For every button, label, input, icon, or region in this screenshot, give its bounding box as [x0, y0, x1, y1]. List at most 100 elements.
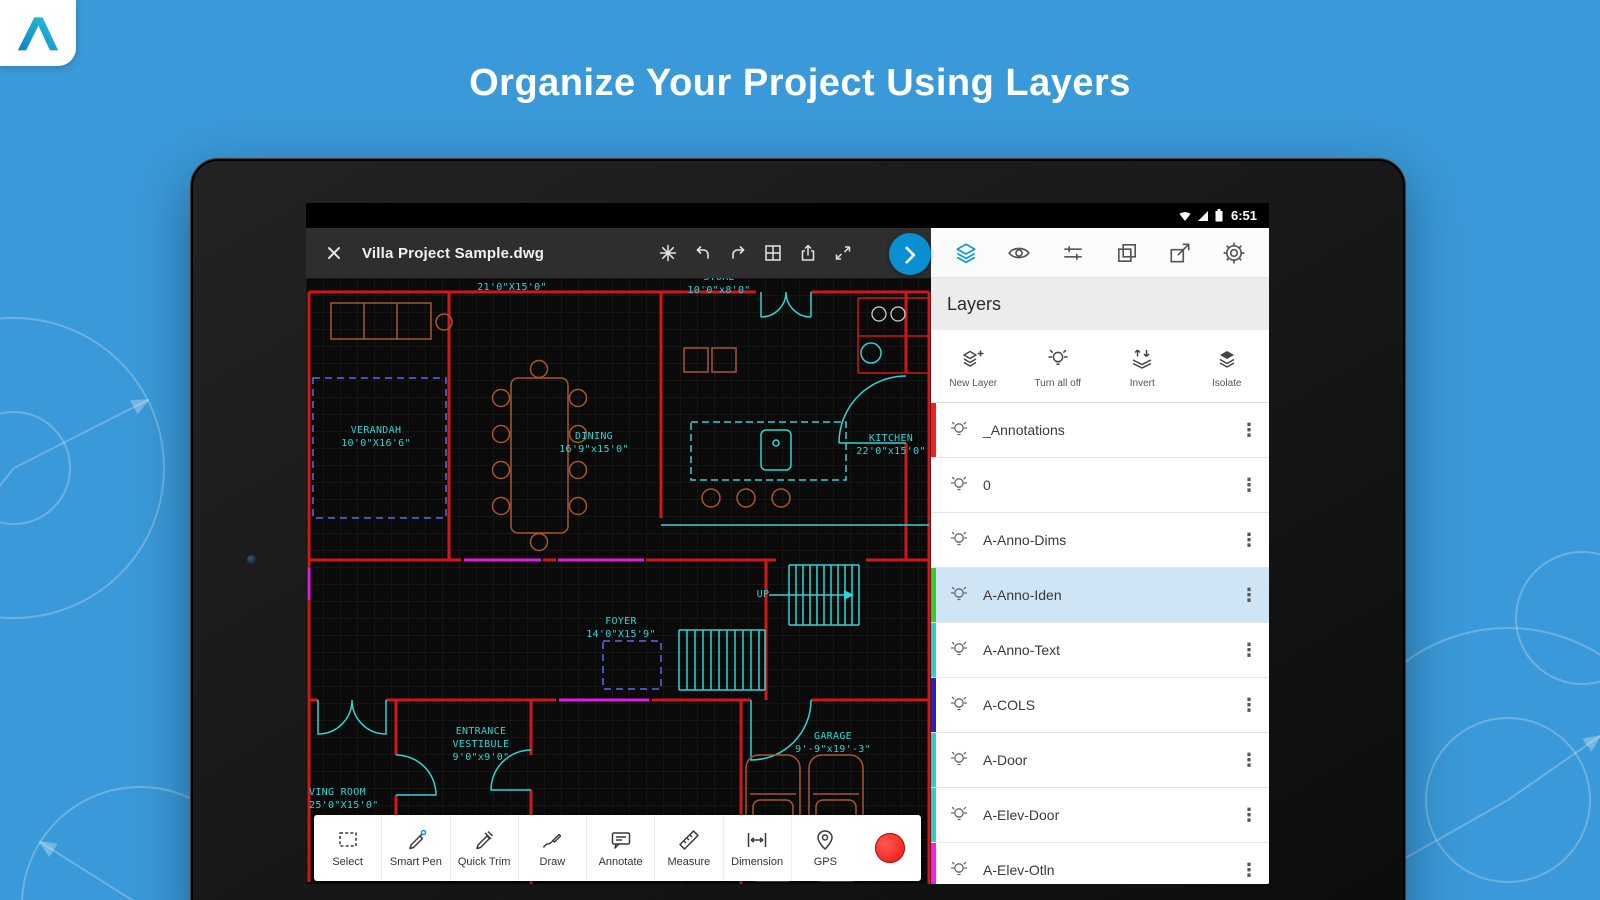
document-title: Villa Project Sample.dwg: [362, 245, 544, 262]
layer-visibility-bulb-icon[interactable]: [949, 750, 969, 770]
blocks-tab-icon[interactable]: [1115, 241, 1139, 265]
screen: 6:51 Villa Project Sample.dwg: [306, 203, 1269, 884]
autodesk-a-icon: [16, 13, 60, 53]
layer-visibility-bulb-icon[interactable]: [949, 860, 969, 880]
layer-visibility-bulb-icon[interactable]: [949, 585, 969, 605]
tool-label: Draw: [540, 856, 566, 868]
layer-overflow-menu-icon[interactable]: ⋮: [1239, 695, 1259, 716]
layer-overflow-menu-icon[interactable]: ⋮: [1239, 640, 1259, 661]
redo-icon[interactable]: [728, 243, 748, 263]
layer-overflow-menu-icon[interactable]: ⋮: [1239, 475, 1259, 496]
tool-gps[interactable]: GPS: [792, 815, 859, 881]
layer-visibility-bulb-icon[interactable]: [949, 420, 969, 440]
tool-label: Annotate: [599, 856, 643, 868]
layer-visibility-bulb-icon[interactable]: [949, 530, 969, 550]
layer-row-a-elev-otln[interactable]: A-Elev-Otln ⋮: [931, 843, 1269, 884]
tool-label: GPS: [814, 856, 837, 868]
layer-overflow-menu-icon[interactable]: ⋮: [1239, 750, 1259, 771]
autodesk-logo: [0, 0, 76, 66]
measure-icon: [677, 828, 701, 852]
layout-grid-icon[interactable]: [763, 243, 783, 263]
chevron-right-icon: [899, 243, 921, 265]
expand-panel-button[interactable]: [889, 233, 931, 275]
tool-select[interactable]: Select: [314, 815, 382, 881]
smart-pen-icon: [404, 828, 428, 852]
layer-row-a-door[interactable]: A-Door ⋮: [931, 733, 1269, 788]
layer-color-bar: [931, 843, 936, 884]
settings-gear-icon[interactable]: [1222, 241, 1246, 265]
app-bar-icons: [658, 228, 853, 278]
layer-name: A-COLS: [983, 697, 1035, 713]
status-time: 6:51: [1231, 208, 1257, 223]
turn-all-off-button[interactable]: Turn all off: [1016, 343, 1101, 389]
dimension-icon: [745, 828, 769, 852]
layer-row-a-anno-text[interactable]: A-Anno-Text ⋮: [931, 623, 1269, 678]
action-label: Turn all off: [1034, 378, 1081, 389]
layer-color-bar: [931, 623, 936, 677]
page-title: Organize Your Project Using Layers: [0, 62, 1600, 105]
invert-button[interactable]: Invert: [1100, 343, 1185, 389]
visibility-tab-icon[interactable]: [1007, 241, 1031, 265]
layer-visibility-bulb-icon[interactable]: [949, 805, 969, 825]
layer-row-0[interactable]: 0 ⋮: [931, 458, 1269, 513]
action-label: Invert: [1130, 378, 1155, 389]
record-button[interactable]: [875, 833, 905, 863]
app-bar: Villa Project Sample.dwg: [306, 228, 931, 278]
layer-row-a-anno-dims[interactable]: A-Anno-Dims ⋮: [931, 513, 1269, 568]
new-layer-icon: [960, 347, 986, 373]
isolate-button[interactable]: Isolate: [1185, 343, 1270, 389]
layers-panel-actions: New Layer Turn all off Invert Isolate: [931, 330, 1269, 403]
layer-name: _Annotations: [983, 422, 1065, 438]
panel-toolbar: [931, 228, 1269, 278]
new-layer-button[interactable]: New Layer: [931, 343, 1016, 389]
share-icon[interactable]: [798, 243, 818, 263]
select-icon: [336, 828, 360, 852]
layer-name: A-Anno-Text: [983, 642, 1060, 658]
cellular-signal-icon: [1197, 210, 1209, 222]
tool-quick-trim[interactable]: Quick Trim: [451, 815, 519, 881]
layer-name: A-Door: [983, 752, 1027, 768]
cad-canvas[interactable]: 21'0"X15'0" STORE 10'0"x8'0" VERANDAH 10…: [306, 278, 931, 884]
layer-color-bar: [931, 568, 936, 622]
tool-label: Dimension: [731, 856, 783, 868]
close-icon[interactable]: [324, 243, 344, 263]
object-snap-icon[interactable]: [658, 243, 678, 263]
bottom-toolbar: Select Smart Pen Quick Trim Draw Annotat…: [314, 815, 921, 881]
fullscreen-icon[interactable]: [833, 243, 853, 263]
layer-overflow-menu-icon[interactable]: ⋮: [1239, 860, 1259, 881]
tool-smart-pen[interactable]: Smart Pen: [382, 815, 450, 881]
undo-icon[interactable]: [693, 243, 713, 263]
layer-overflow-menu-icon[interactable]: ⋮: [1239, 420, 1259, 441]
tool-draw[interactable]: Draw: [519, 815, 587, 881]
tool-dimension[interactable]: Dimension: [724, 815, 792, 881]
layer-color-bar: [931, 788, 936, 842]
layer-row-a-cols[interactable]: A-COLS ⋮: [931, 678, 1269, 733]
layers-tab-icon[interactable]: [954, 241, 978, 265]
tool-measure[interactable]: Measure: [655, 815, 723, 881]
export-tab-icon[interactable]: [1168, 241, 1192, 265]
quick-trim-icon: [472, 828, 496, 852]
layer-visibility-bulb-icon[interactable]: [949, 475, 969, 495]
layer-name: A-Anno-Dims: [983, 532, 1066, 548]
layers-panel-title: Layers: [931, 278, 1269, 330]
layer-row-a-anno-iden[interactable]: A-Anno-Iden ⋮: [931, 568, 1269, 623]
layer-visibility-bulb-icon[interactable]: [949, 695, 969, 715]
battery-icon: [1215, 209, 1223, 222]
action-label: Isolate: [1212, 378, 1241, 389]
layer-color-bar: [931, 733, 936, 787]
tool-label: Measure: [667, 856, 710, 868]
layer-row-annotations[interactable]: _Annotations ⋮: [931, 403, 1269, 458]
layer-overflow-menu-icon[interactable]: ⋮: [1239, 805, 1259, 826]
properties-tab-icon[interactable]: [1061, 241, 1085, 265]
tablet: 6:51 Villa Project Sample.dwg: [190, 158, 1406, 900]
tool-annotate[interactable]: Annotate: [587, 815, 655, 881]
annotate-icon: [609, 828, 633, 852]
layer-color-bar: [931, 678, 936, 732]
layer-color-bar: [931, 513, 936, 567]
layer-overflow-menu-icon[interactable]: ⋮: [1239, 585, 1259, 606]
layer-name: 0: [983, 477, 991, 493]
layer-overflow-menu-icon[interactable]: ⋮: [1239, 530, 1259, 551]
layer-row-a-elev-door[interactable]: A-Elev-Door ⋮: [931, 788, 1269, 843]
layer-visibility-bulb-icon[interactable]: [949, 640, 969, 660]
cad-drawing: [306, 278, 931, 884]
